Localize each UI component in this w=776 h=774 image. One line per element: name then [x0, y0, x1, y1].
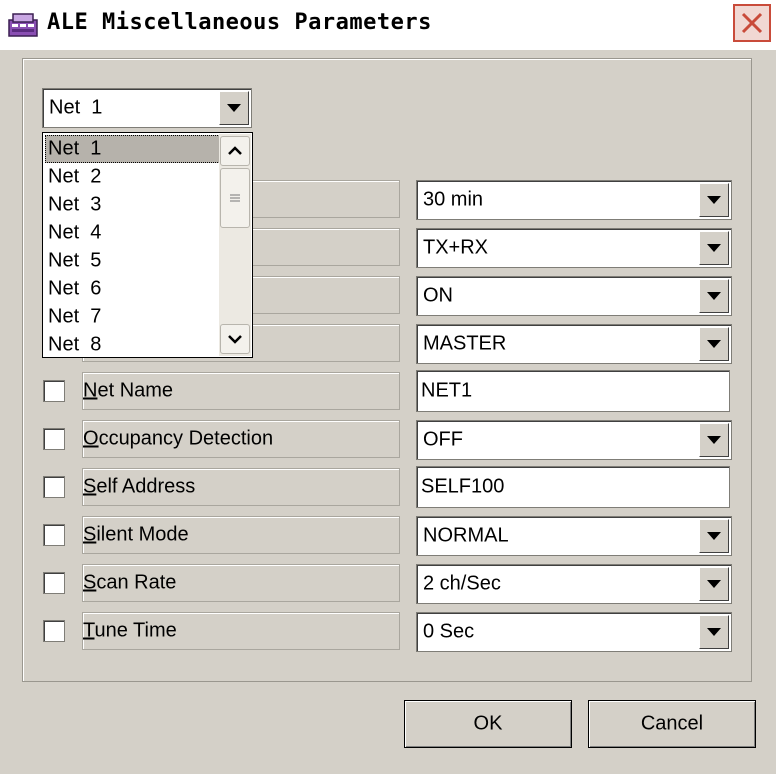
self-address-value: SELF100: [421, 475, 505, 498]
occupancy-detection-combo[interactable]: OFF: [416, 420, 732, 460]
dropdown-option[interactable]: Net 5: [45, 247, 220, 275]
tune-time-combo[interactable]: 0 Sec: [416, 612, 732, 652]
net-name-label-cell: Net Name: [82, 372, 400, 410]
param-combo[interactable]: 30 min: [416, 180, 732, 220]
combo-arrow[interactable]: [699, 279, 729, 313]
dropdown-option[interactable]: Net 7: [45, 303, 220, 331]
tune-time-checkbox[interactable]: [43, 620, 65, 642]
occupancy-detection-label: Occupancy Detection: [83, 427, 274, 450]
combo-arrow[interactable]: [699, 231, 729, 265]
self-address-label-cell: Self Address: [82, 468, 400, 506]
window-title: ALE Miscellaneous Parameters: [47, 10, 432, 35]
net-selector-arrow[interactable]: [219, 91, 249, 125]
ok-button[interactable]: OK: [404, 700, 572, 748]
param-value: ON: [423, 284, 453, 307]
combo-arrow[interactable]: [699, 183, 729, 217]
chevron-down-icon: [707, 340, 721, 348]
dropdown-option[interactable]: Net 2: [45, 163, 220, 191]
scan-rate-label: Scan Rate: [83, 571, 177, 594]
scan-rate-combo[interactable]: 2 ch/Sec: [416, 564, 732, 604]
net-selector-dropdown: Net 1 Net 2 Net 3 Net 4 Net 5 Net 6 Net …: [42, 132, 253, 358]
tune-time-label: Tune Time: [83, 619, 177, 642]
self-address-input[interactable]: SELF100: [416, 466, 730, 508]
net-name-label: Net Name: [83, 379, 174, 402]
silent-mode-checkbox[interactable]: [43, 524, 65, 546]
chevron-down-icon: [707, 292, 721, 300]
chevron-down-icon: [707, 532, 721, 540]
app-icon: [6, 8, 40, 42]
net-name-value: NET1: [421, 379, 473, 402]
scan-rate-checkbox[interactable]: [43, 572, 65, 594]
chevron-down-icon: [707, 436, 721, 444]
dropdown-scrollbar[interactable]: [219, 134, 251, 356]
chevron-down-icon: [707, 244, 721, 252]
combo-arrow[interactable]: [699, 423, 729, 457]
title-bar: ALE Miscellaneous Parameters: [0, 0, 776, 50]
tune-time-label-cell: Tune Time: [82, 612, 400, 650]
close-icon: [741, 12, 763, 34]
scroll-up-button[interactable]: [220, 136, 250, 166]
ok-button-label: OK: [473, 712, 503, 735]
chevron-down-icon: [707, 196, 721, 204]
scan-rate-label-cell: Scan Rate: [82, 564, 400, 602]
net-selector[interactable]: Net 1: [42, 88, 252, 128]
cancel-button[interactable]: Cancel: [588, 700, 756, 748]
combo-arrow[interactable]: [699, 327, 729, 361]
param-combo[interactable]: MASTER: [416, 324, 732, 364]
combo-arrow[interactable]: [699, 519, 729, 553]
self-address-label: Self Address: [83, 475, 196, 498]
tune-time-value: 0 Sec: [423, 620, 475, 643]
scan-rate-value: 2 ch/Sec: [423, 572, 501, 595]
cancel-button-label: Cancel: [640, 712, 704, 735]
dropdown-option[interactable]: Net 8: [45, 331, 220, 359]
occupancy-detection-label-cell: Occupancy Detection: [82, 420, 400, 458]
combo-arrow[interactable]: [699, 567, 729, 601]
silent-mode-label-cell: Silent Mode: [82, 516, 400, 554]
chevron-up-icon: [228, 146, 242, 155]
dropdown-option[interactable]: Net 3: [45, 191, 220, 219]
param-value: TX+RX: [423, 236, 489, 259]
net-selector-value: Net 1: [49, 96, 103, 119]
dropdown-option[interactable]: Net 4: [45, 219, 220, 247]
scroll-down-button[interactable]: [220, 324, 250, 354]
dropdown-option[interactable]: Net 6: [45, 275, 220, 303]
silent-mode-combo[interactable]: NORMAL: [416, 516, 732, 556]
net-name-checkbox[interactable]: [43, 380, 65, 402]
close-button[interactable]: [733, 4, 771, 42]
param-combo[interactable]: TX+RX: [416, 228, 732, 268]
param-value: 30 min: [423, 188, 484, 211]
silent-mode-label: Silent Mode: [83, 523, 189, 546]
grip-icon: [230, 194, 240, 202]
silent-mode-value: NORMAL: [423, 524, 509, 547]
dialog-window: ALE Miscellaneous Parameters Net 1 30 mi…: [0, 0, 776, 774]
occupancy-detection-value: OFF: [423, 428, 463, 451]
dropdown-option[interactable]: Net 1: [45, 135, 220, 163]
net-name-input[interactable]: NET1: [416, 370, 730, 412]
param-value: MASTER: [423, 332, 507, 355]
chevron-down-icon: [228, 335, 242, 344]
chevron-down-icon: [227, 104, 241, 112]
chevron-down-icon: [707, 580, 721, 588]
param-combo[interactable]: ON: [416, 276, 732, 316]
occupancy-detection-checkbox[interactable]: [43, 428, 65, 450]
combo-arrow[interactable]: [699, 615, 729, 649]
self-address-checkbox[interactable]: [43, 476, 65, 498]
chevron-down-icon: [707, 628, 721, 636]
scroll-thumb[interactable]: [220, 168, 250, 228]
